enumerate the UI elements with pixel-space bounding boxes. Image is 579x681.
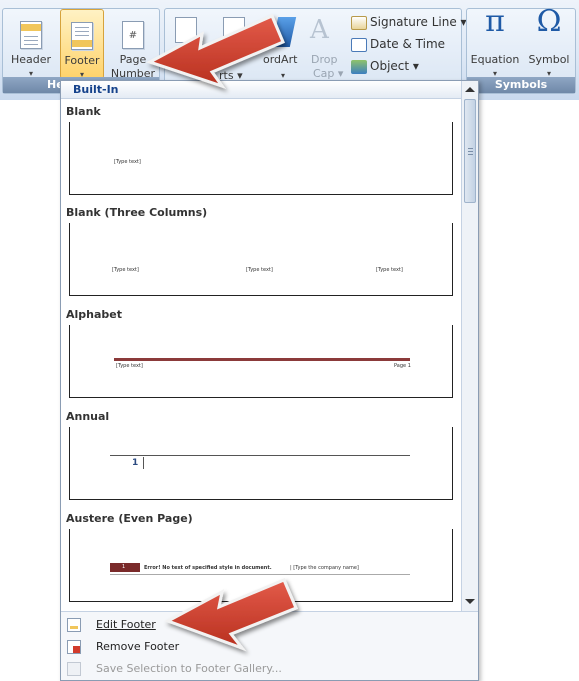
page-number-icon: # xyxy=(122,21,144,49)
placeholder-text: [Type text] xyxy=(114,159,141,165)
footer-option-annual[interactable]: 1 xyxy=(69,427,453,500)
calendar-icon xyxy=(351,37,367,52)
gallery-scrollbar[interactable] xyxy=(461,81,478,611)
equation-label: Equation xyxy=(470,53,520,66)
footer-icon xyxy=(71,22,93,50)
placeholder-text: [Type text] xyxy=(112,267,139,273)
equation-button[interactable]: π Equation ▾ xyxy=(469,4,521,79)
page-number-text: 1 xyxy=(122,564,126,570)
footer-option-alphabet[interactable]: [Type text] Page 1 xyxy=(69,325,453,398)
header-button[interactable]: Header ▾ xyxy=(5,9,57,79)
remove-footer-label: Remove Footer xyxy=(96,640,180,653)
object-label: Object ▾ xyxy=(370,59,419,73)
group-label-symbols: Symbols xyxy=(467,77,575,93)
placeholder-text: [Type text] xyxy=(246,267,273,273)
symbol-label: Symbol xyxy=(528,53,570,66)
annual-rule xyxy=(110,455,410,456)
footer-button[interactable]: Footer ▾ xyxy=(60,9,104,79)
remove-footer-menu-item[interactable]: Remove Footer xyxy=(61,636,478,658)
gallery-list: Blank [Type text] Blank (Three Columns) … xyxy=(61,99,461,621)
scrollbar-thumb[interactable] xyxy=(464,99,476,203)
edit-footer-icon xyxy=(67,618,81,632)
footer-gallery: Built-In Blank [Type text] Blank (Three … xyxy=(60,80,479,681)
scroll-up-arrow-icon[interactable] xyxy=(465,87,475,92)
footer-option-austere-even[interactable]: 1 Error! No text of specified style in d… xyxy=(69,529,453,602)
placeholder-text: [Type text] xyxy=(116,363,143,369)
gallery-section-title: Blank xyxy=(66,105,101,118)
error-text: Error! No text of specified style in doc… xyxy=(144,565,272,571)
object-icon xyxy=(351,59,367,74)
company-placeholder: | [Type the company name] xyxy=(290,565,359,571)
save-selection-menu-item[interactable]: Save Selection to Footer Gallery... xyxy=(61,658,478,680)
footer-option-blank-three-columns[interactable]: [Type text] [Type text] [Type text] xyxy=(69,223,453,296)
gallery-section-title: Austere (Even Page) xyxy=(66,512,193,525)
scroll-down-arrow-icon[interactable] xyxy=(465,599,475,604)
pi-icon: π xyxy=(485,4,505,39)
page-number-label: Page xyxy=(119,53,147,66)
date-time-label: Date & Time xyxy=(370,37,446,51)
save-selection-label: Save Selection to Footer Gallery... xyxy=(96,662,282,675)
omega-icon: Ω xyxy=(536,4,562,39)
remove-footer-icon xyxy=(67,640,81,654)
gallery-category-header: Built-In xyxy=(61,81,461,99)
alphabet-rule xyxy=(114,358,410,361)
gallery-section-title: Annual xyxy=(66,410,110,423)
page-number-text: Page 1 xyxy=(394,363,411,369)
page-number-text: 1 xyxy=(132,458,139,468)
date-time-button[interactable]: Date & Time xyxy=(351,35,445,53)
edit-footer-menu-item[interactable]: Edit Footer xyxy=(61,614,478,636)
gallery-section-title: Blank (Three Columns) xyxy=(66,206,208,219)
object-button[interactable]: Object ▾ xyxy=(351,57,419,75)
gallery-menu: Edit Footer Remove Footer Save Selection… xyxy=(61,611,478,680)
annual-divider xyxy=(143,457,144,469)
symbol-button[interactable]: Ω Symbol ▾ xyxy=(523,4,575,79)
edit-footer-label: Edit Footer xyxy=(96,618,156,631)
signature-line-label: Signature Line ▾ xyxy=(370,15,467,29)
footer-button-label: Footer xyxy=(64,54,100,67)
symbols-group: π Equation ▾ Ω Symbol ▾ Symbols xyxy=(466,4,576,94)
footer-option-blank[interactable]: [Type text] xyxy=(69,122,453,195)
placeholder-text: [Type text] xyxy=(376,267,403,273)
textbox-icon xyxy=(175,17,197,43)
save-selection-icon xyxy=(67,662,81,676)
signature-icon xyxy=(351,15,367,30)
header-button-label: Header xyxy=(10,53,52,66)
page-number-button[interactable]: # Page Number ▾ xyxy=(107,9,159,93)
signature-line-button[interactable]: Signature Line ▾ xyxy=(351,13,467,31)
drop-cap-icon: A xyxy=(310,15,329,45)
wordart-icon xyxy=(271,17,297,47)
gallery-section-title: Alphabet xyxy=(66,308,123,321)
header-icon xyxy=(20,21,42,49)
quick-parts-icon xyxy=(223,17,245,43)
austere-rule xyxy=(110,574,410,575)
